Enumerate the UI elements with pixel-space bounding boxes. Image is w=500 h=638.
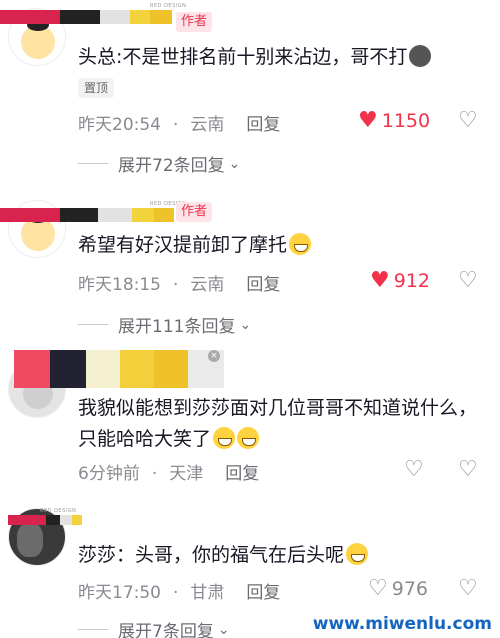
location: 云南: [190, 275, 225, 295]
close-icon: ×: [208, 350, 220, 362]
like-count: 912: [393, 269, 430, 292]
comment-text: 我貌似能想到莎莎面对几位哥哥不知道说什么，只能哈哈大笑了: [78, 397, 478, 450]
chevron-down-icon: ⌄: [217, 621, 230, 638]
pinned-tag: 置顶: [78, 78, 115, 98]
timestamp: 昨天18:15: [78, 275, 161, 295]
username-redaction: [14, 350, 224, 388]
broken-heart-icon[interactable]: ♡: [458, 457, 478, 482]
like-count: 1150: [381, 109, 431, 132]
watermark: www.miwenlu.com: [312, 614, 492, 634]
expand-replies-button[interactable]: 展开7条回复 ⌄: [78, 617, 230, 638]
location: 甘肃: [190, 583, 225, 603]
location: 天津: [169, 464, 204, 484]
username-redaction: [0, 10, 172, 24]
emoji-icon: [409, 45, 432, 67]
chevron-down-icon: ⌄: [228, 155, 241, 172]
like-button[interactable]: ♥ 1150: [358, 108, 430, 133]
timestamp: 昨天17:50: [78, 583, 161, 603]
comment-meta: 昨天18:15 · 云南 回复: [78, 275, 281, 295]
comment-meta: 昨天17:50 · 甘肃 回复: [78, 583, 281, 603]
expand-replies-button[interactable]: 展开111条回复 ⌄: [78, 312, 251, 337]
broken-heart-icon[interactable]: ♡: [458, 576, 478, 601]
heart-icon: ♥: [358, 108, 378, 133]
author-badge: 作者: [176, 202, 213, 222]
grinning-emoji-icon: [237, 427, 260, 449]
author-badge: 作者: [176, 12, 213, 32]
crying-laughing-emoji-icon: [346, 543, 369, 565]
reply-button[interactable]: 回复: [246, 275, 280, 295]
broken-heart-icon[interactable]: ♡: [458, 108, 478, 133]
username-redaction: [8, 515, 82, 525]
like-count: 976: [391, 577, 428, 600]
timestamp: 6分钟前: [78, 464, 140, 484]
comment-meta: 6分钟前 · 天津 回复: [78, 464, 260, 484]
location: 云南: [190, 115, 225, 135]
grinning-emoji-icon: [213, 427, 236, 449]
broken-heart-icon[interactable]: ♡: [458, 268, 478, 293]
heart-icon: ♡: [404, 457, 424, 482]
heart-icon: ♡: [368, 576, 388, 601]
like-button[interactable]: ♡: [404, 457, 428, 482]
comment-text: 莎莎：头哥，你的福气在后头呢: [78, 540, 488, 571]
username-redaction: [0, 208, 174, 222]
reply-button[interactable]: 回复: [246, 583, 280, 603]
laughing-crying-emoji-icon: [289, 233, 312, 255]
caption-text: RED DESIGN: [40, 508, 77, 514]
comment-text: 头总:不是世排名前十别来沾边，哥不打: [78, 42, 488, 73]
timestamp: 昨天20:54: [78, 115, 161, 135]
expand-replies-button[interactable]: 展开72条回复 ⌄: [78, 151, 240, 176]
reply-button[interactable]: 回复: [246, 115, 280, 135]
comment-meta: 昨天20:54 · 云南 回复: [78, 115, 281, 135]
heart-icon: ♥: [370, 268, 390, 293]
chevron-down-icon: ⌄: [239, 316, 252, 333]
reply-button[interactable]: 回复: [225, 464, 259, 484]
like-button[interactable]: ♡ 976: [368, 576, 428, 601]
caption-text: RED DESIGN: [150, 3, 187, 9]
like-button[interactable]: ♥ 912: [370, 268, 430, 293]
comment-text: 希望有好汉提前卸了摩托: [78, 230, 488, 261]
